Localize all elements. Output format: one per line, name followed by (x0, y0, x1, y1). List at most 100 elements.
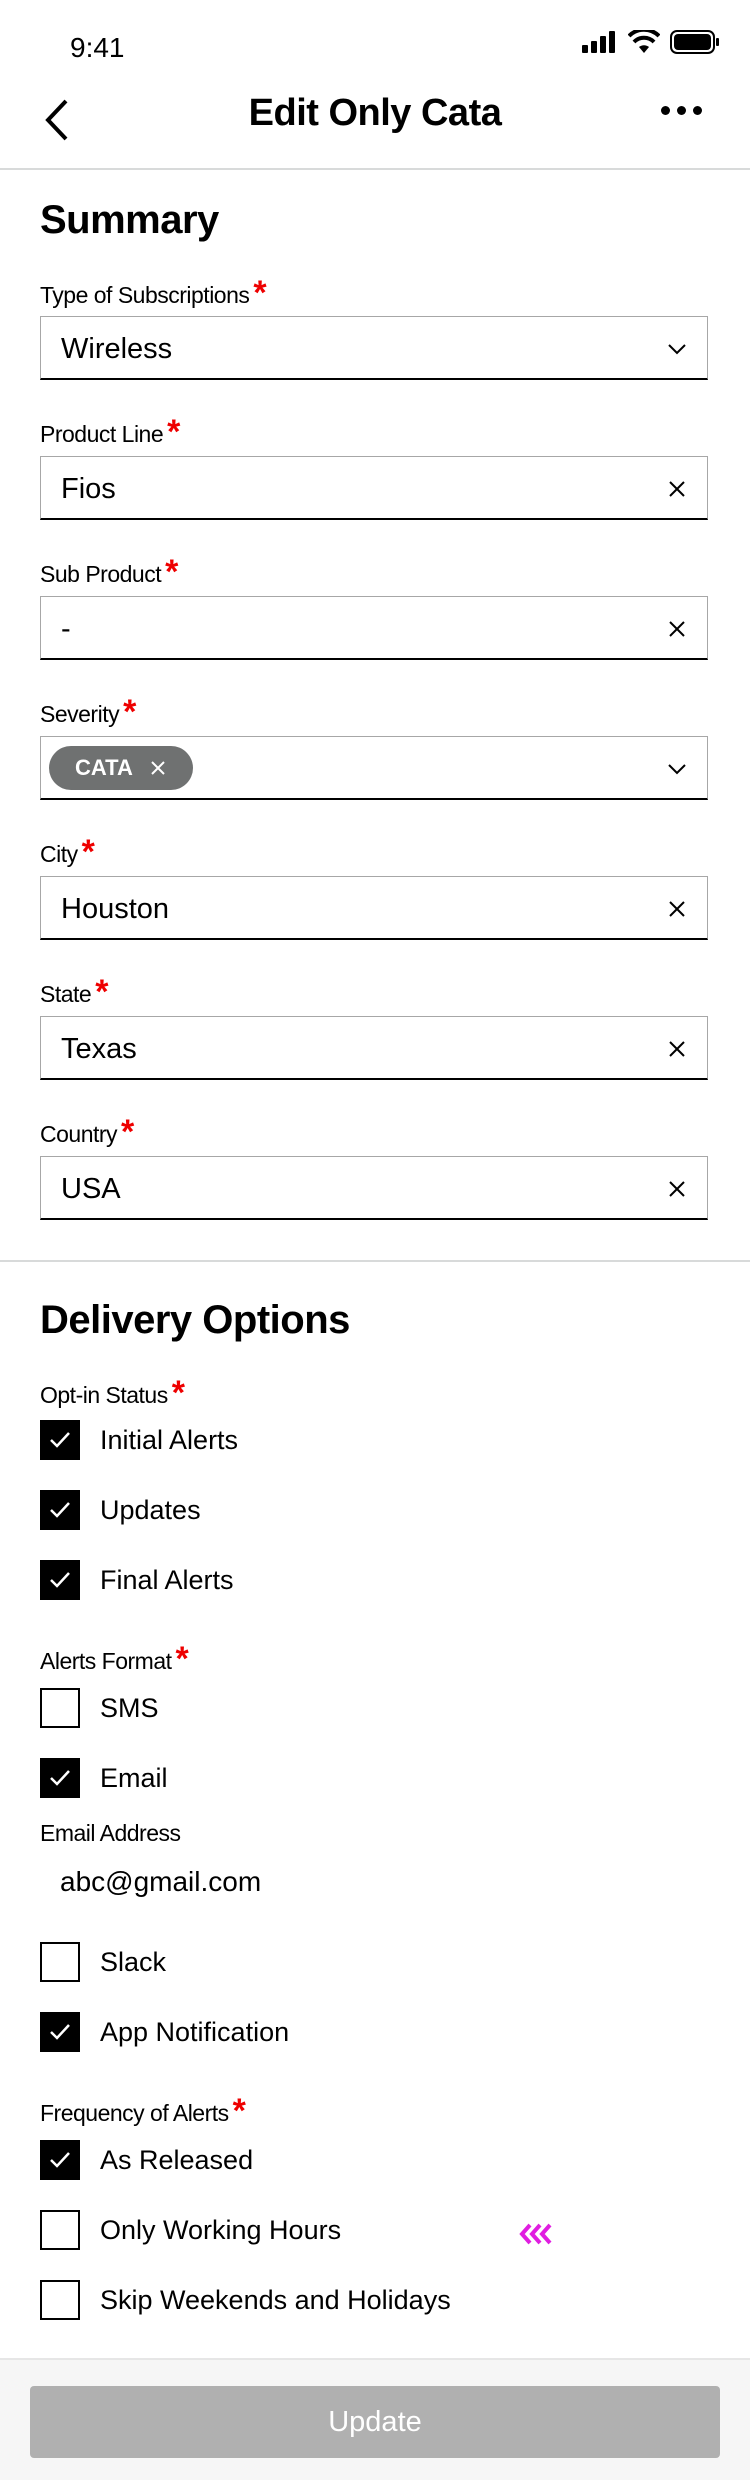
checkbox-label: Updates (100, 1494, 201, 1525)
signal-icon (582, 31, 615, 53)
checkbox-box[interactable] (40, 1758, 80, 1798)
severity-label: Severity * (40, 695, 136, 729)
close-icon[interactable] (665, 617, 689, 641)
checkbox-box[interactable] (40, 1942, 80, 1982)
subscription-type-select[interactable]: Wireless (40, 316, 708, 380)
page-title: Edit Only Cata (248, 92, 502, 134)
checkbox-only-working-hours[interactable]: Only Working Hours (40, 2210, 341, 2250)
status-time: 9:41 (70, 32, 125, 63)
country-field[interactable]: USA (40, 1156, 708, 1220)
checkbox-box[interactable] (40, 2012, 80, 2052)
state-label: State * (40, 973, 108, 1011)
city-label-text: City (40, 841, 78, 867)
country-label: Country * (40, 1113, 134, 1151)
checkbox-email[interactable]: Email (40, 1758, 168, 1798)
checkbox-final-alerts[interactable]: Final Alerts (40, 1560, 234, 1600)
status-bar: 9:41 (0, 0, 750, 80)
frequency-of-alerts-label: Frequency of Alerts * (40, 2094, 246, 2128)
checkmark-icon (50, 1502, 70, 1518)
chip-close-icon[interactable] (149, 759, 167, 777)
checkbox-box[interactable] (40, 1560, 80, 1600)
checkbox-skip-weekends-holidays[interactable]: Skip Weekends and Holidays (40, 2280, 451, 2320)
checkbox-label: App Notification (100, 2016, 290, 2047)
checkmark-icon (50, 1432, 70, 1448)
checkbox-label: Only Working Hours (100, 2214, 342, 2245)
checkbox-label: Final Alerts (100, 1564, 234, 1595)
checkmark-icon (50, 2024, 70, 2040)
checkbox-updates[interactable]: Updates (40, 1490, 201, 1530)
required-mark: * (167, 413, 180, 451)
sub-product-field[interactable]: - (40, 596, 708, 660)
product-line-field[interactable]: Fios (40, 456, 708, 520)
close-icon[interactable] (665, 1177, 689, 1201)
checkbox-label: Slack (100, 1946, 167, 1977)
city-value: Houston (61, 893, 170, 925)
checkbox-sms[interactable]: SMS (40, 1688, 159, 1728)
required-mark: * (253, 274, 267, 312)
checkbox-app-notification[interactable]: App Notification (40, 2012, 289, 2052)
checkbox-label: Skip Weekends and Holidays (100, 2284, 451, 2315)
severity-chip[interactable]: CATA (49, 746, 193, 790)
close-icon[interactable] (665, 897, 689, 921)
more-icon-dot (677, 106, 686, 115)
city-label: City * (40, 833, 95, 871)
opt-in-status-label: Opt-in Status * (40, 1376, 185, 1410)
alerts-format-label: Alerts Format * (40, 1640, 189, 1678)
checkbox-label: SMS (100, 1692, 159, 1723)
checkbox-box[interactable] (40, 2210, 80, 2250)
subscription-type-value: Wireless (61, 333, 173, 365)
required-mark: * (121, 1113, 134, 1151)
checkbox-box[interactable] (40, 1420, 80, 1460)
opt-in-status-label-text: Opt-in Status (40, 1382, 168, 1408)
subscription-type-label: Type of Subscriptions * (40, 274, 267, 312)
cursor-marker-icon (519, 2223, 552, 2245)
sub-product-label: Sub Product * (40, 553, 178, 591)
country-value: USA (61, 1173, 121, 1205)
product-line-value: Fios (61, 473, 116, 505)
checkbox-box[interactable] (40, 1688, 80, 1728)
wifi-icon (628, 30, 660, 53)
close-icon[interactable] (665, 1037, 689, 1061)
sub-product-label-text: Sub Product (40, 561, 162, 587)
delivery-options-title: Delivery Options (40, 1298, 350, 1342)
chevron-down-icon (668, 344, 686, 355)
checkbox-initial-alerts[interactable]: Initial Alerts (40, 1420, 238, 1460)
state-field[interactable]: Texas (40, 1016, 708, 1080)
checkbox-box[interactable] (40, 2140, 80, 2180)
checkbox-slack[interactable]: Slack (40, 1942, 166, 1982)
email-address-input[interactable]: abc@gmail.com (60, 1866, 261, 1898)
close-icon[interactable] (665, 477, 689, 501)
checkbox-label: Initial Alerts (100, 1424, 239, 1455)
update-button[interactable]: Update (30, 2386, 720, 2458)
checkbox-as-released[interactable]: As Released (40, 2140, 253, 2180)
checkmark-icon (50, 1770, 70, 1786)
state-label-text: State (40, 981, 92, 1007)
city-field[interactable]: Houston (40, 876, 708, 940)
checkbox-label: Email (100, 1762, 168, 1793)
country-label-text: Country (40, 1121, 118, 1147)
section-divider (0, 1260, 750, 1262)
state-value: Texas (61, 1033, 137, 1065)
alerts-format-label-text: Alerts Format (40, 1648, 172, 1674)
sub-product-value: - (61, 613, 71, 645)
subscription-type-label-text: Type of Subscriptions (40, 282, 250, 308)
required-mark: * (95, 973, 108, 1011)
product-line-label: Product Line * (40, 413, 180, 451)
severity-select[interactable]: CATA (40, 736, 708, 800)
required-mark: * (175, 1640, 189, 1678)
checkbox-box[interactable] (40, 2280, 80, 2320)
more-button[interactable] (661, 106, 702, 115)
battery-icon (670, 30, 719, 54)
checkmark-icon (50, 1572, 70, 1588)
required-mark: * (165, 553, 178, 591)
severity-chip-label: CATA (75, 755, 133, 780)
nav-bar: Edit Only Cata (0, 80, 750, 170)
checkbox-box[interactable] (40, 1490, 80, 1530)
product-line-label-text: Product Line (40, 421, 164, 447)
more-icon-dot (693, 106, 702, 115)
more-icon (661, 106, 670, 115)
checkmark-icon (50, 2152, 70, 2168)
status-icons (582, 30, 720, 54)
checkbox-label: As Released (100, 2144, 254, 2175)
required-mark: * (81, 833, 95, 871)
